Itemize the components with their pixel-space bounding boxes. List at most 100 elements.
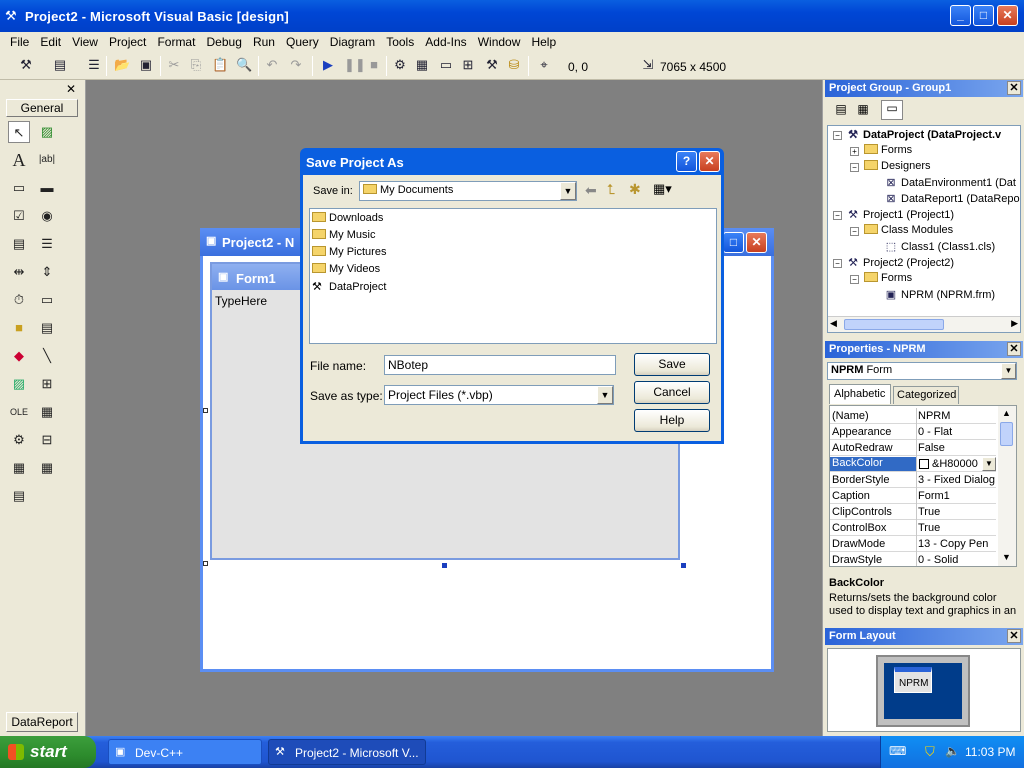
property-row[interactable]: ControlBox True: [830, 520, 996, 536]
toolbox-tab-general[interactable]: General: [6, 99, 78, 117]
volume-icon[interactable]: 🔈: [945, 744, 960, 758]
hscrollbar-tool-icon[interactable]: ⇹: [8, 261, 30, 283]
up-folder-icon[interactable]: ⮤: [607, 181, 615, 198]
taskbar-item-devcpp[interactable]: ▣ Dev-C++: [108, 739, 262, 765]
menu-query[interactable]: Query: [282, 32, 323, 49]
list-item[interactable]: My Videos: [312, 263, 714, 280]
back-icon[interactable]: ⬅: [585, 182, 597, 199]
menu-edit[interactable]: Edit: [36, 32, 65, 49]
menu-help[interactable]: Help: [527, 32, 560, 49]
start-button[interactable]: start: [0, 736, 96, 768]
menu-diagram[interactable]: Diagram: [326, 32, 379, 49]
tree-node[interactable]: ⊠ DataReport1 (DataRepo: [884, 192, 1019, 205]
scroll-left-icon[interactable]: ◀: [830, 318, 837, 329]
resize-handle[interactable]: [203, 408, 208, 413]
cut-icon[interactable]: ✂: [166, 57, 182, 73]
menu-view[interactable]: View: [68, 32, 102, 49]
vb-app-icon[interactable]: ⚒: [5, 8, 21, 24]
scroll-up-icon[interactable]: ▲: [1002, 408, 1011, 418]
toggle-folders-icon[interactable]: ▭: [881, 100, 903, 120]
tree-node[interactable]: ⚒ DataProject (DataProject.v: [846, 128, 1001, 141]
form-layout-close-icon[interactable]: ✕: [1007, 629, 1021, 643]
menu-add-ins[interactable]: Add-Ins: [421, 32, 470, 49]
collapse-icon[interactable]: −: [850, 227, 859, 236]
chevron-down-icon[interactable]: ▼: [597, 386, 613, 404]
menu-window[interactable]: Window: [474, 32, 525, 49]
property-grid-vertical-scrollbar[interactable]: ▲ ▼: [998, 406, 1016, 566]
toolbox-tab-datareport[interactable]: DataReport: [6, 712, 78, 732]
file-list[interactable]: Downloads My Music My Pictures My Videos…: [309, 208, 717, 344]
optionbutton-tool-icon[interactable]: ◉: [36, 205, 58, 227]
form-layout-icon[interactable]: ▭: [438, 57, 454, 73]
properties-window-icon[interactable]: ▦: [414, 57, 430, 73]
copy-icon[interactable]: ⎘: [188, 57, 204, 73]
taskbar-item-project2[interactable]: ⚒ Project2 - Microsoft V...: [268, 739, 426, 765]
redo-icon[interactable]: ↷: [288, 57, 304, 73]
chevron-down-icon[interactable]: ▼: [982, 457, 996, 471]
collapse-icon[interactable]: −: [850, 275, 859, 284]
cancel-button[interactable]: Cancel: [634, 381, 710, 404]
picturebox-tool-icon[interactable]: ▨: [36, 121, 58, 143]
textbox-tool-icon[interactable]: |ab|: [36, 149, 58, 171]
menu-debug[interactable]: Debug: [203, 32, 246, 49]
save-type-combobox[interactable]: Project Files (*.vbp) ▼: [384, 385, 614, 405]
tree-node[interactable]: ⬚ Class1 (Class1.cls): [884, 240, 995, 253]
list-item[interactable]: Downloads: [312, 212, 714, 229]
timer-tool-icon[interactable]: ⏱: [8, 289, 30, 311]
tree-node[interactable]: ▣ NPRM (NPRM.frm): [884, 288, 995, 301]
save-icon[interactable]: ▣: [138, 57, 154, 73]
form-position-preview[interactable]: NPRM: [894, 667, 932, 693]
shape-tool-icon[interactable]: ◆: [8, 345, 30, 367]
commandbutton-tool-icon[interactable]: ▬: [36, 177, 58, 199]
collapse-icon[interactable]: −: [833, 259, 842, 268]
collapse-icon[interactable]: −: [833, 131, 842, 140]
image-tool-icon[interactable]: ▨: [8, 373, 30, 395]
dialog-close-button[interactable]: ✕: [699, 151, 720, 172]
scroll-thumb[interactable]: [1000, 422, 1013, 446]
property-row[interactable]: DrawMode 13 - Copy Pen: [830, 536, 996, 552]
save-button[interactable]: Save: [634, 353, 710, 376]
view-object-icon[interactable]: ▦: [853, 102, 873, 120]
add-project-icon[interactable]: ⚒: [18, 57, 34, 73]
flexgrid-tool-icon[interactable]: ▦: [8, 457, 30, 479]
security-shield-icon[interactable]: ⛉: [925, 744, 935, 760]
property-row[interactable]: Appearance 0 - Flat: [830, 424, 996, 440]
label-tool-icon[interactable]: A: [8, 149, 30, 171]
help-button[interactable]: Help: [634, 409, 710, 432]
tree-node[interactable]: Class Modules: [864, 224, 953, 236]
hierflexgrid-tool-icon[interactable]: ▦: [36, 457, 58, 479]
form-label-typehere[interactable]: TypeHere: [215, 294, 267, 308]
start-icon[interactable]: ▶: [320, 57, 336, 73]
project-tree[interactable]: − ⚒ DataProject (DataProject.v + Forms − …: [827, 125, 1021, 333]
project-explorer-close-icon[interactable]: ✕: [1007, 81, 1021, 95]
scroll-thumb[interactable]: [844, 319, 944, 330]
list-item[interactable]: My Pictures: [312, 246, 714, 263]
view-code-icon[interactable]: ▤: [831, 102, 851, 120]
clock[interactable]: 11:03 PM: [965, 745, 1015, 759]
undo-icon[interactable]: ↶: [264, 57, 280, 73]
collapse-icon[interactable]: −: [850, 163, 859, 172]
paste-icon[interactable]: 📋: [212, 57, 228, 73]
object-browser-icon[interactable]: ⊞: [460, 57, 476, 73]
close-button[interactable]: ✕: [997, 5, 1018, 26]
project-explorer-icon[interactable]: ⚙: [392, 57, 408, 73]
maximize-button[interactable]: □: [973, 5, 994, 26]
view-menu-icon[interactable]: ▦▾: [653, 181, 672, 197]
project-window-maximize-button[interactable]: □: [723, 232, 744, 253]
property-row[interactable]: (Name) NPRM: [830, 408, 996, 424]
resize-handle[interactable]: [681, 563, 686, 568]
menu-project[interactable]: Project: [105, 32, 150, 49]
chevron-down-icon[interactable]: ▼: [1001, 363, 1016, 379]
properties-close-icon[interactable]: ✕: [1007, 342, 1021, 356]
line-tool-icon[interactable]: ╲: [36, 345, 58, 367]
data-tool-icon[interactable]: ⊞: [36, 373, 58, 395]
checkbox-tool-icon[interactable]: ☑: [8, 205, 30, 227]
frame-tool-icon[interactable]: ▭: [8, 177, 30, 199]
pointer-tool-icon[interactable]: ↖: [8, 121, 30, 143]
dirlistbox-tool-icon[interactable]: ■: [8, 317, 30, 339]
dialog-help-button[interactable]: ?: [676, 151, 697, 172]
keyboard-icon[interactable]: ⌨: [889, 744, 906, 758]
list-item[interactable]: My Music: [312, 229, 714, 246]
combobox-tool-icon[interactable]: ▤: [8, 233, 30, 255]
datacombo-tool-icon[interactable]: ⊟: [36, 429, 58, 451]
